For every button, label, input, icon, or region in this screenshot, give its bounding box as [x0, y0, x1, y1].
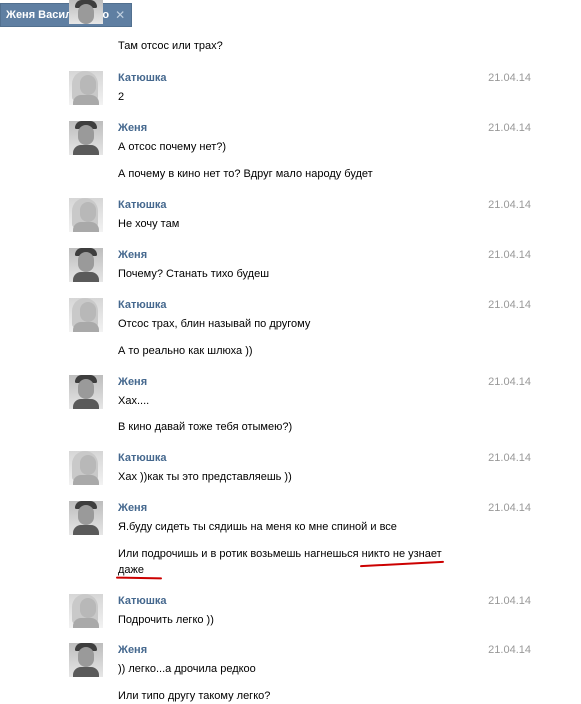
message-item: Катюшка 21.04.14 Не хочу там — [69, 198, 531, 232]
message-text: даже — [118, 564, 145, 576]
message-date: 21.04.14 — [488, 644, 531, 656]
red-underline-mark — [360, 560, 444, 568]
avatar[interactable] — [69, 0, 103, 24]
message-item: Там отсос или трах? — [69, 0, 531, 52]
message-item: Женя 21.04.14 А отсос почему нет?) А почему… — [69, 121, 531, 180]
avatar[interactable] — [69, 643, 103, 677]
message-date: 21.04.14 — [488, 249, 531, 261]
message-text: Подрочить легко )) — [118, 614, 214, 626]
avatar[interactable] — [69, 298, 103, 332]
message-text: Не хочу там — [118, 218, 180, 230]
message-date: 21.04.14 — [488, 376, 531, 388]
message-author[interactable]: Катюшка — [118, 199, 167, 211]
avatar[interactable] — [69, 198, 103, 232]
message-item: Катюшка 21.04.14 Хах ))как ты это представ… — [69, 451, 531, 485]
message-text: Или подрочишь и в ротик возьмешь нагнешь… — [118, 548, 442, 560]
message-text: Отсос трах, блин называй по другому — [118, 318, 311, 330]
message-text: Хах ))как ты это представляешь )) — [118, 471, 292, 483]
avatar[interactable] — [69, 71, 103, 105]
message-text: А то реально как шлюха )) — [118, 345, 253, 357]
avatar[interactable] — [69, 248, 103, 282]
red-underline-mark — [115, 576, 163, 580]
close-icon[interactable]: ✕ — [115, 9, 125, 21]
message-date: 21.04.14 — [488, 199, 531, 211]
message-text: Почему? Станать тихо будеш — [118, 268, 270, 280]
message-text: В кино давай тоже тебя отымею?) — [118, 421, 293, 433]
message-author[interactable]: Катюшка — [118, 595, 167, 607]
message-author[interactable]: Женя — [118, 644, 147, 656]
message-text: А почему в кино нет то? Вдруг мало народ… — [118, 168, 373, 180]
message-item: Катюшка 21.04.14 Отсос трах, блин называй … — [69, 298, 531, 357]
message-text: 2 — [118, 91, 125, 103]
message-item: Катюшка 21.04.14 2 — [69, 71, 531, 105]
message-date: 21.04.14 — [488, 122, 531, 134]
message-item: Женя 21.04.14 )) легко...а дрочила редкоо И… — [69, 643, 531, 702]
avatar[interactable] — [69, 121, 103, 155]
avatar[interactable] — [69, 501, 103, 535]
message-date: 21.04.14 — [488, 72, 531, 84]
avatar[interactable] — [69, 375, 103, 409]
avatar[interactable] — [69, 594, 103, 628]
message-date: 21.04.14 — [488, 595, 531, 607]
message-text: Там отсос или трах? — [118, 40, 223, 52]
message-item: Катюшка 21.04.14 Подрочить легко )) — [69, 594, 531, 628]
message-author[interactable]: Женя — [118, 249, 147, 261]
message-text: Или типо другу такому легко? — [118, 690, 271, 702]
message-date: 21.04.14 — [488, 452, 531, 464]
message-item: Женя 21.04.14 Почему? Станать тихо будеш — [69, 248, 531, 282]
message-item: Женя 21.04.14 Хах.... В кино давай тоже теб… — [69, 375, 531, 433]
message-item: Женя 21.04.14 Я.буду сидеть ты сядишь на м… — [69, 501, 531, 576]
message-date: 21.04.14 — [488, 502, 531, 514]
avatar[interactable] — [69, 451, 103, 485]
message-text: А отсос почему нет?) — [118, 141, 227, 153]
message-text: Хах.... — [118, 395, 150, 407]
message-author[interactable]: Катюшка — [118, 452, 167, 464]
message-text: )) легко...а дрочила редкоо — [118, 663, 256, 675]
chat-tab[interactable]: Женя Васильченко ✕ — [0, 3, 133, 27]
message-author[interactable]: Женя — [118, 122, 147, 134]
message-date: 21.04.14 — [488, 299, 531, 311]
message-author[interactable]: Катюшка — [118, 72, 167, 84]
message-author[interactable]: Женя — [118, 502, 147, 514]
message-text: Я.буду сидеть ты сядишь на меня ко мне с… — [118, 521, 397, 533]
message-author[interactable]: Катюшка — [118, 299, 167, 311]
message-author[interactable]: Женя — [118, 376, 147, 388]
